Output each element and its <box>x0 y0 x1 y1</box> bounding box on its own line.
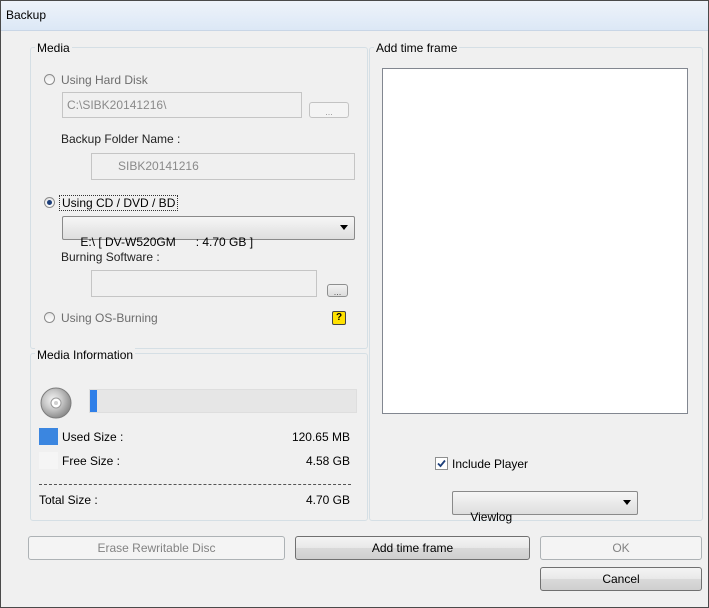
cd-dvd-bd-label[interactable]: Using CD / DVD / BD <box>59 195 179 211</box>
total-divider <box>39 484 351 485</box>
cancel-button[interactable]: Cancel <box>540 567 702 591</box>
free-size-swatch <box>39 452 58 469</box>
used-size-label: Used Size : <box>62 430 124 444</box>
burning-software-field[interactable] <box>91 270 317 297</box>
used-size-swatch <box>39 428 58 445</box>
free-size-label: Free Size : <box>62 454 121 468</box>
cd-dvd-bd-radio[interactable] <box>44 197 55 208</box>
media-legend: Media <box>35 41 72 55</box>
ok-button[interactable]: OK <box>540 536 702 560</box>
title-bar: Backup <box>1 1 708 31</box>
include-player-checkbox[interactable] <box>435 457 448 470</box>
time-frame-list[interactable] <box>382 68 688 414</box>
hard-disk-path-field[interactable]: C:\SIBK20141216\ <box>62 92 302 118</box>
checkmark-icon <box>437 459 446 468</box>
os-burning-radio[interactable] <box>44 312 55 323</box>
include-player-label[interactable]: Include Player <box>452 457 528 471</box>
add-time-frame-button[interactable]: Add time frame <box>295 536 530 560</box>
media-usage-fill <box>90 390 97 412</box>
chevron-down-icon <box>623 500 631 505</box>
media-usage-progress <box>89 389 357 413</box>
burning-software-label: Burning Software : <box>61 250 160 264</box>
drive-select[interactable]: E:\ [ DV-W520GM : 4.70 GB ] <box>62 216 355 249</box>
help-question-icon[interactable]: ? <box>332 311 346 325</box>
backup-folder-name-field[interactable]: SIBK20141216 <box>91 153 355 180</box>
hard-disk-browse-button[interactable]: ... <box>309 102 349 118</box>
hard-disk-label[interactable]: Using Hard Disk <box>61 73 148 87</box>
player-select[interactable]: Viewlog <box>452 491 638 524</box>
drive-select-value: E:\ [ DV-W520GM : 4.70 GB ] <box>80 235 254 249</box>
chevron-down-icon <box>340 225 348 230</box>
player-select-value: Viewlog <box>470 510 513 524</box>
burning-software-browse-button[interactable]: ... <box>327 284 348 297</box>
total-size-value: 4.70 GB <box>305 493 350 507</box>
hard-disk-radio[interactable] <box>44 74 55 85</box>
total-size-label: Total Size : <box>39 493 98 507</box>
free-size-value: 4.58 GB <box>305 454 350 468</box>
backup-folder-name-label: Backup Folder Name : <box>61 132 181 146</box>
os-burning-label[interactable]: Using OS-Burning <box>61 311 158 325</box>
cd-disc-icon <box>40 387 72 419</box>
media-information-legend: Media Information <box>35 348 136 362</box>
window-title: Backup <box>6 8 47 22</box>
backup-dialog: Backup Media Using Hard Disk C:\SIBK2014… <box>0 0 709 608</box>
used-size-value: 120.65 MB <box>291 430 350 444</box>
time-frame-legend: Add time frame <box>374 41 460 55</box>
erase-rewritable-disc-button[interactable]: Erase Rewritable Disc <box>28 536 285 560</box>
